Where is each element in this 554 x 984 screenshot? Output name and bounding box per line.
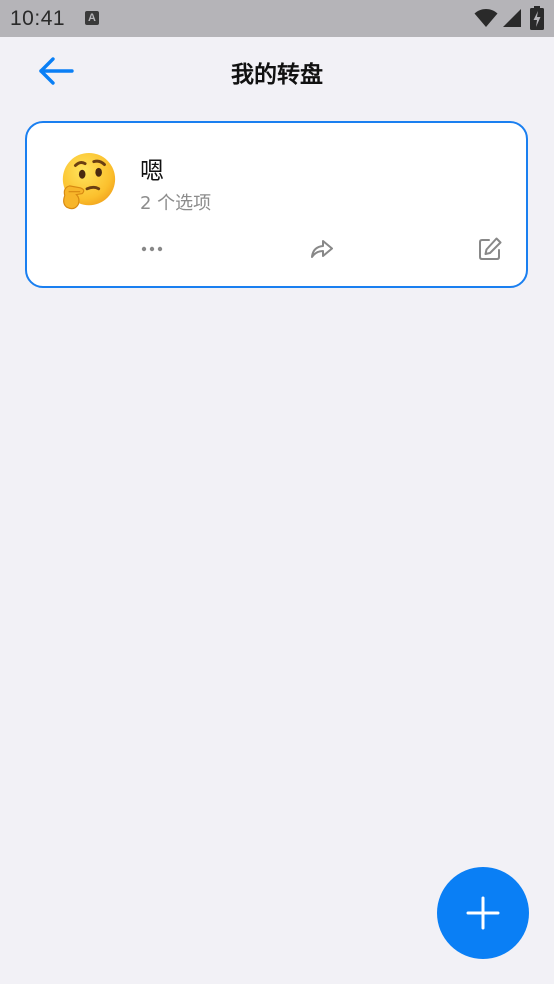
wheel-name: 嗯 <box>140 157 164 185</box>
status-bar: 10:41 A <box>0 0 554 37</box>
edit-icon <box>479 237 502 260</box>
edit-button[interactable] <box>470 233 510 265</box>
signal-icon <box>503 9 521 27</box>
more-dots-icon <box>141 246 163 252</box>
plus-icon <box>466 896 500 930</box>
wheel-options-count: 2 个选项 <box>140 193 212 214</box>
page-title: 我的转盘 <box>231 62 323 88</box>
app-header: 我的转盘 <box>0 37 554 109</box>
battery-charging-icon <box>530 6 544 30</box>
thinking-face-emoji <box>62 152 116 210</box>
share-button[interactable] <box>302 233 342 265</box>
status-time: 10:41 <box>10 7 66 30</box>
more-button[interactable] <box>132 233 172 265</box>
wifi-icon <box>474 9 498 27</box>
wheel-card[interactable]: 嗯 2 个选项 <box>25 121 528 288</box>
a-square-icon: A <box>85 11 99 25</box>
add-wheel-button[interactable] <box>437 867 529 959</box>
share-icon <box>311 240 333 258</box>
